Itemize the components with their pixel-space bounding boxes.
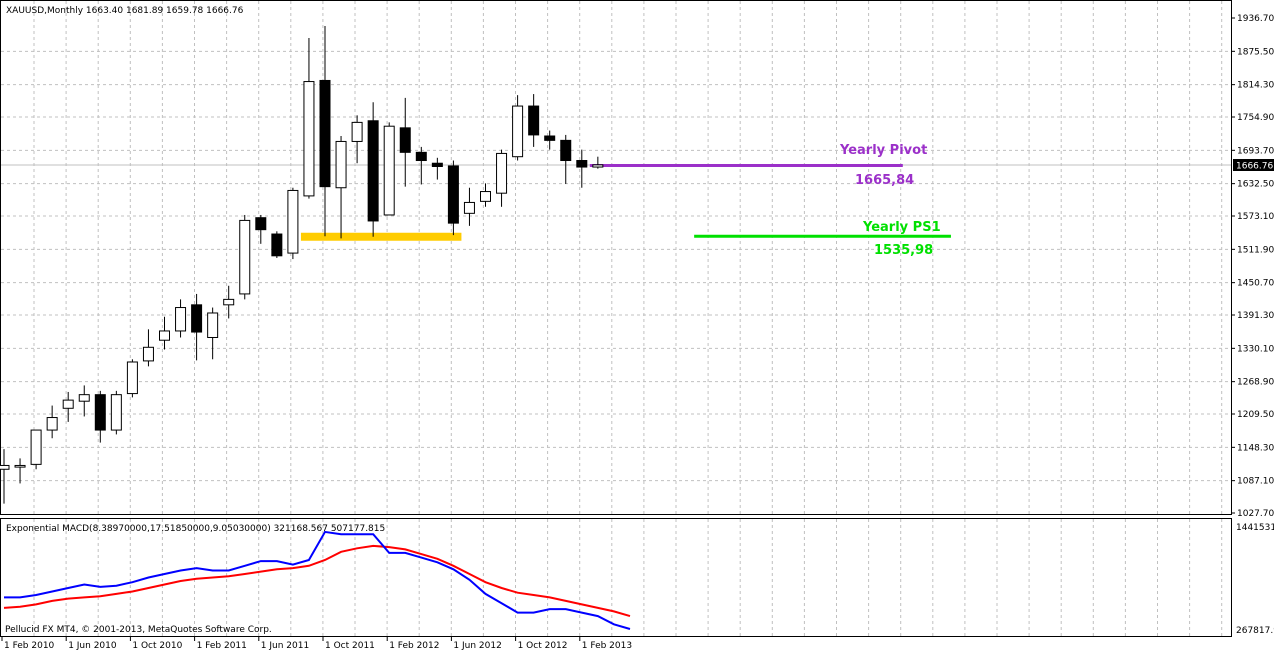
x-tick-label: 1 Jun 2011 xyxy=(261,641,309,651)
candle-bear xyxy=(447,165,459,224)
yearly-ps1-label: Yearly PS1 xyxy=(862,220,941,235)
indicator-frame xyxy=(0,518,1232,637)
candle-bull xyxy=(239,219,251,295)
candle-bear xyxy=(431,162,443,167)
y-tick-label: 1450.70 xyxy=(1237,279,1274,289)
candle-bull xyxy=(110,394,122,431)
candle-bull xyxy=(14,464,26,468)
x-tick-label: 1 Feb 2010 xyxy=(4,641,55,651)
y-tick-label: 1268.90 xyxy=(1237,378,1274,388)
candle-bull xyxy=(351,121,363,142)
main-chart-frame xyxy=(0,0,1232,515)
candle-bear xyxy=(367,120,379,222)
x-tick-label: 1 Jun 2010 xyxy=(68,641,117,651)
y-tick-label: 1632.50 xyxy=(1237,180,1274,190)
chart-window[interactable]: 1936.70 1875.50 1814.30 1754.90 1693.70 1632.… xyxy=(0,0,1274,653)
candle-bear xyxy=(576,160,588,168)
candle-bull xyxy=(30,429,42,465)
candle-bear xyxy=(528,105,540,136)
x-tick-label: 1 Feb 2012 xyxy=(389,641,439,651)
x-tick-label: 1 Feb 2013 xyxy=(582,641,632,651)
yearly-ps1-value: 1535,98 xyxy=(874,243,933,258)
copyright-text: Pellucid FX MT4, © 2001-2013, MetaQuotes… xyxy=(5,625,272,635)
yearly-pivot-value: 1665,84 xyxy=(855,173,914,188)
candle-bull xyxy=(78,394,90,402)
x-tick-label: 1 Oct 2011 xyxy=(325,641,375,651)
candle-bull xyxy=(207,312,219,338)
time-axis: 1 Feb 2010 1 Jun 2010 1 Oct 2010 1 Feb 2011… xyxy=(1,637,632,651)
y-tick-label: 1511.90 xyxy=(1237,245,1274,255)
candle-bull xyxy=(0,464,10,470)
macd-scale-bottom: 267817.9 xyxy=(1236,626,1274,636)
y-tick-label: 1814.30 xyxy=(1237,81,1274,91)
candle-bear xyxy=(319,79,331,188)
candle-bull xyxy=(496,152,508,194)
y-tick-label: 1391.30 xyxy=(1237,311,1274,321)
x-tick-label: 1 Oct 2010 xyxy=(132,641,182,651)
y-tick-label: 1693.70 xyxy=(1237,146,1274,156)
y-tick-label: 1875.50 xyxy=(1237,47,1274,57)
chart-canvas[interactable]: 1936.70 1875.50 1814.30 1754.90 1693.70 1632.… xyxy=(0,0,1274,653)
candle-bull xyxy=(46,417,58,431)
candle-bear xyxy=(94,394,106,431)
candle-bear xyxy=(191,304,203,333)
candle-bull xyxy=(126,361,138,395)
x-tick-label: 1 Oct 2012 xyxy=(518,641,568,651)
price-axis: 1936.70 1875.50 1814.30 1754.90 1693.70 1632.… xyxy=(1231,14,1274,519)
candle-bear xyxy=(271,233,283,257)
symbol-header: XAUUSD,Monthly 1663.40 1681.89 1659.78 1… xyxy=(6,6,244,16)
candle-bear xyxy=(415,151,427,162)
candle-bull xyxy=(159,330,170,341)
current-price-label: 1666.76 xyxy=(1236,162,1273,172)
candle-bear xyxy=(560,139,572,162)
candle-bull xyxy=(463,201,475,214)
candle-bull xyxy=(383,125,395,216)
y-tick-label: 1754.90 xyxy=(1237,113,1274,123)
y-tick-label: 1209.50 xyxy=(1237,410,1274,420)
x-tick-label: 1 Feb 2011 xyxy=(197,641,247,651)
y-tick-label: 1027.70 xyxy=(1237,509,1274,519)
candle-bull xyxy=(592,164,604,168)
candle-bull xyxy=(335,140,347,189)
y-tick-label: 1087.10 xyxy=(1237,477,1274,487)
y-tick-label: 1936.70 xyxy=(1237,14,1274,24)
candle-bull xyxy=(142,346,154,362)
x-tick-label: 1 Jun 2012 xyxy=(453,641,501,651)
macd-label: Exponential MACD(8.38970000,17.51850000,… xyxy=(6,524,385,534)
macd-scale-top: 1441531. xyxy=(1236,523,1274,533)
candle-bear xyxy=(544,135,556,141)
y-tick-label: 1330.10 xyxy=(1237,344,1274,354)
candle-bear xyxy=(399,127,411,153)
candle-bull xyxy=(223,298,235,306)
candle-bull xyxy=(303,81,315,197)
y-tick-label: 1148.30 xyxy=(1237,443,1274,453)
candle-bull xyxy=(287,189,299,254)
yearly-pivot-label: Yearly Pivot xyxy=(839,143,927,158)
y-tick-label: 1573.10 xyxy=(1237,212,1274,222)
candle-bull xyxy=(62,399,74,409)
candle-bull xyxy=(480,191,491,202)
candle-bull xyxy=(175,307,187,332)
candle-bear xyxy=(255,217,267,231)
candle-bull xyxy=(512,105,524,158)
